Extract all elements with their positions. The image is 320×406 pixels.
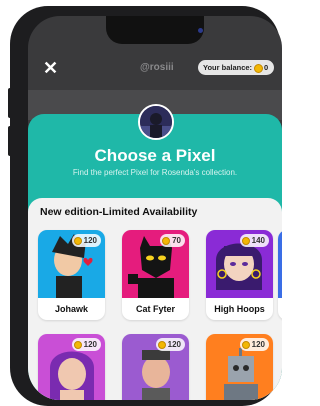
coin-icon xyxy=(73,236,82,245)
price-value: 120 xyxy=(251,340,265,349)
price-badge: 120 xyxy=(155,338,185,351)
pixel-card-johawk[interactable]: 120 Johawk xyxy=(38,230,105,320)
coin-icon xyxy=(162,236,171,245)
price-badge: 140 xyxy=(239,234,269,247)
price-badge: 120 xyxy=(71,338,101,351)
pixel-card-art xyxy=(278,230,282,298)
avatar-image xyxy=(140,106,172,138)
camera-icon xyxy=(198,28,203,33)
pixel-card-cat-fyter[interactable]: 70 Cat Fyter xyxy=(122,230,189,320)
price-value: 120 xyxy=(167,340,181,349)
pixel-card-name: High Hoops xyxy=(214,304,265,314)
price-value: 70 xyxy=(172,236,181,245)
coin-icon xyxy=(73,340,82,349)
username-label: @rosiii xyxy=(140,62,174,73)
coin-icon xyxy=(241,340,250,349)
pixel-card-partial[interactable] xyxy=(278,230,282,320)
pixel-card[interactable]: 120 xyxy=(38,334,105,400)
phone-screen: ✕ @rosiii Your balance: 0 Choose a Pixel … xyxy=(28,16,282,400)
price-value: 140 xyxy=(251,236,265,245)
balance-value: 0 xyxy=(264,63,269,72)
price-badge: 70 xyxy=(160,234,185,247)
sheet-title: Choose a Pixel xyxy=(94,146,216,165)
coin-icon xyxy=(157,340,166,349)
top-bar: ✕ @rosiii Your balance: 0 xyxy=(28,56,282,86)
balance-badge: Your balance: 0 xyxy=(198,60,274,75)
pixel-card[interactable]: 120 xyxy=(206,334,273,400)
price-value: 120 xyxy=(83,340,97,349)
pixel-card-name: Cat Fyter xyxy=(135,304,175,314)
pixel-card[interactable]: 120 xyxy=(122,334,189,400)
section-title: New edition-Limited Availability xyxy=(40,206,198,218)
price-badge: 120 xyxy=(71,234,101,247)
coin-icon xyxy=(254,63,264,73)
coin-icon xyxy=(241,236,250,245)
pixel-card-high-hoops[interactable]: 140 High Hoops xyxy=(206,230,273,320)
balance-label: Your balance: xyxy=(203,63,253,72)
close-icon[interactable]: ✕ xyxy=(43,58,58,79)
price-badge: 120 xyxy=(239,338,269,351)
phone-notch xyxy=(106,16,204,44)
phone-frame: ✕ @rosiii Your balance: 0 Choose a Pixel … xyxy=(10,6,282,406)
pixel-card-name: Johawk xyxy=(54,304,88,314)
avatar xyxy=(138,104,174,140)
price-value: 120 xyxy=(83,236,97,245)
sheet-subtitle: Find the perfect Pixel for Rosenda's col… xyxy=(72,168,238,177)
